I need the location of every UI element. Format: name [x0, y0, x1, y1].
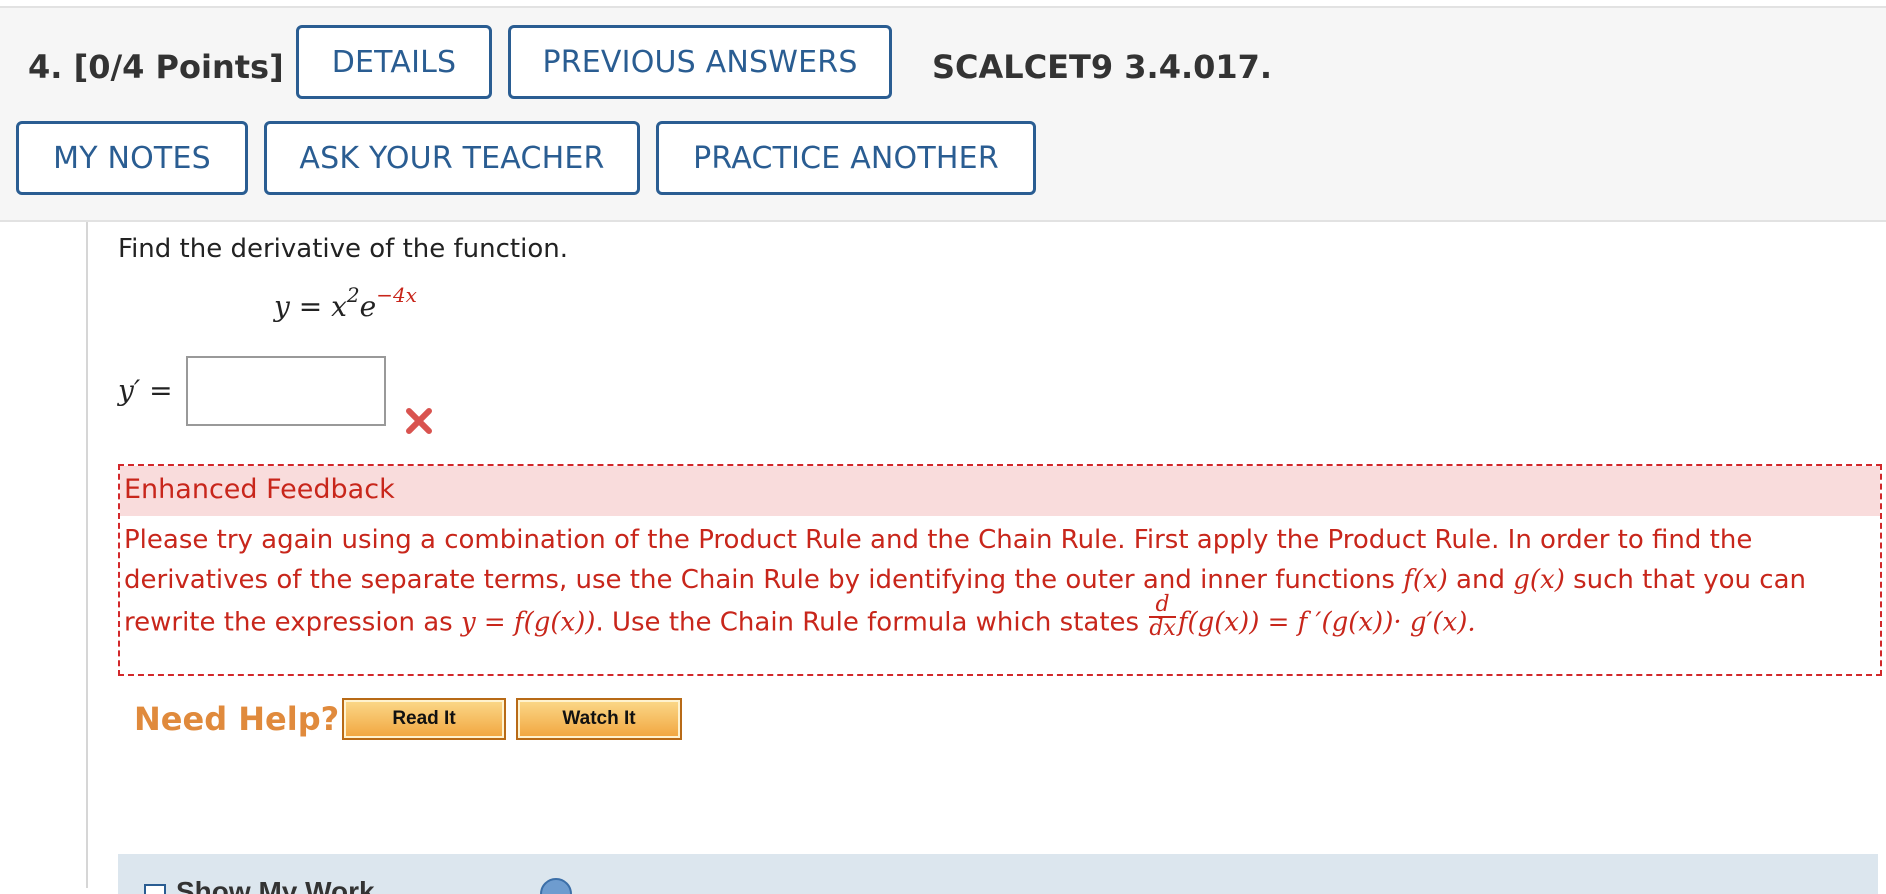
my-notes-button[interactable]: MY NOTES — [16, 121, 248, 195]
feedback-expression: y = f(g(x)) — [460, 607, 596, 638]
practice-another-button[interactable]: PRACTICE ANOTHER — [656, 121, 1036, 195]
top-divider — [0, 0, 1886, 8]
feedback-fx: f(x) — [1403, 565, 1448, 595]
question-number: 4. — [28, 48, 63, 86]
question-points: 4. [0/4 Points] — [28, 48, 284, 86]
answer-input[interactable] — [186, 356, 386, 426]
show-work-checkbox[interactable] — [144, 884, 166, 894]
help-icon[interactable] — [540, 878, 572, 894]
formula-e: e — [359, 290, 377, 323]
feedback-gx: g(x) — [1513, 565, 1565, 595]
function-formula: y = x2e−4x — [274, 283, 417, 323]
chain-rule-formula: f(g(x)) = f ′(g(x))· g′(x). — [1177, 607, 1476, 638]
details-button[interactable]: DETAILS — [296, 25, 492, 99]
x-mark-icon — [406, 408, 432, 434]
read-it-button[interactable]: Read It — [342, 698, 506, 740]
question-prompt: Find the derivative of the function. — [118, 234, 568, 264]
ask-teacher-button[interactable]: ASK YOUR TEACHER — [264, 121, 640, 195]
feedback-text: Please try again using a combination of … — [124, 520, 1874, 646]
show-my-work-bar: Show My Work — [118, 854, 1878, 894]
fraction-numerator: d — [1155, 592, 1170, 617]
watch-it-button[interactable]: Watch It — [516, 698, 682, 740]
derivative-fraction: d dx — [1149, 594, 1176, 640]
formula-lhs: y = x — [274, 290, 347, 323]
question-content: Find the derivative of the function. y =… — [86, 222, 1886, 894]
feedback-text-part3: . Use the Chain Rule formula which state… — [595, 607, 1148, 638]
formula-exponent-2: 2 — [346, 283, 360, 307]
feedback-and: and — [1447, 565, 1514, 595]
feedback-title: Enhanced Feedback — [120, 466, 1880, 516]
need-help-label: Need Help? — [134, 700, 340, 738]
previous-answers-button[interactable]: PREVIOUS ANSWERS — [508, 25, 892, 99]
fraction-denominator: dx — [1149, 616, 1176, 641]
enhanced-feedback: Enhanced Feedback Please try again using… — [118, 464, 1882, 676]
assignment-id: SCALCET9 3.4.017. — [932, 48, 1273, 86]
answer-label: y′ = — [118, 374, 173, 407]
formula-exponent-neg4x: −4x — [376, 283, 417, 307]
show-work-label: Show My Work — [176, 876, 375, 894]
question-header: 4. [0/4 Points] DETAILS PREVIOUS ANSWERS… — [0, 8, 1886, 222]
points-label: [0/4 Points] — [73, 48, 284, 86]
